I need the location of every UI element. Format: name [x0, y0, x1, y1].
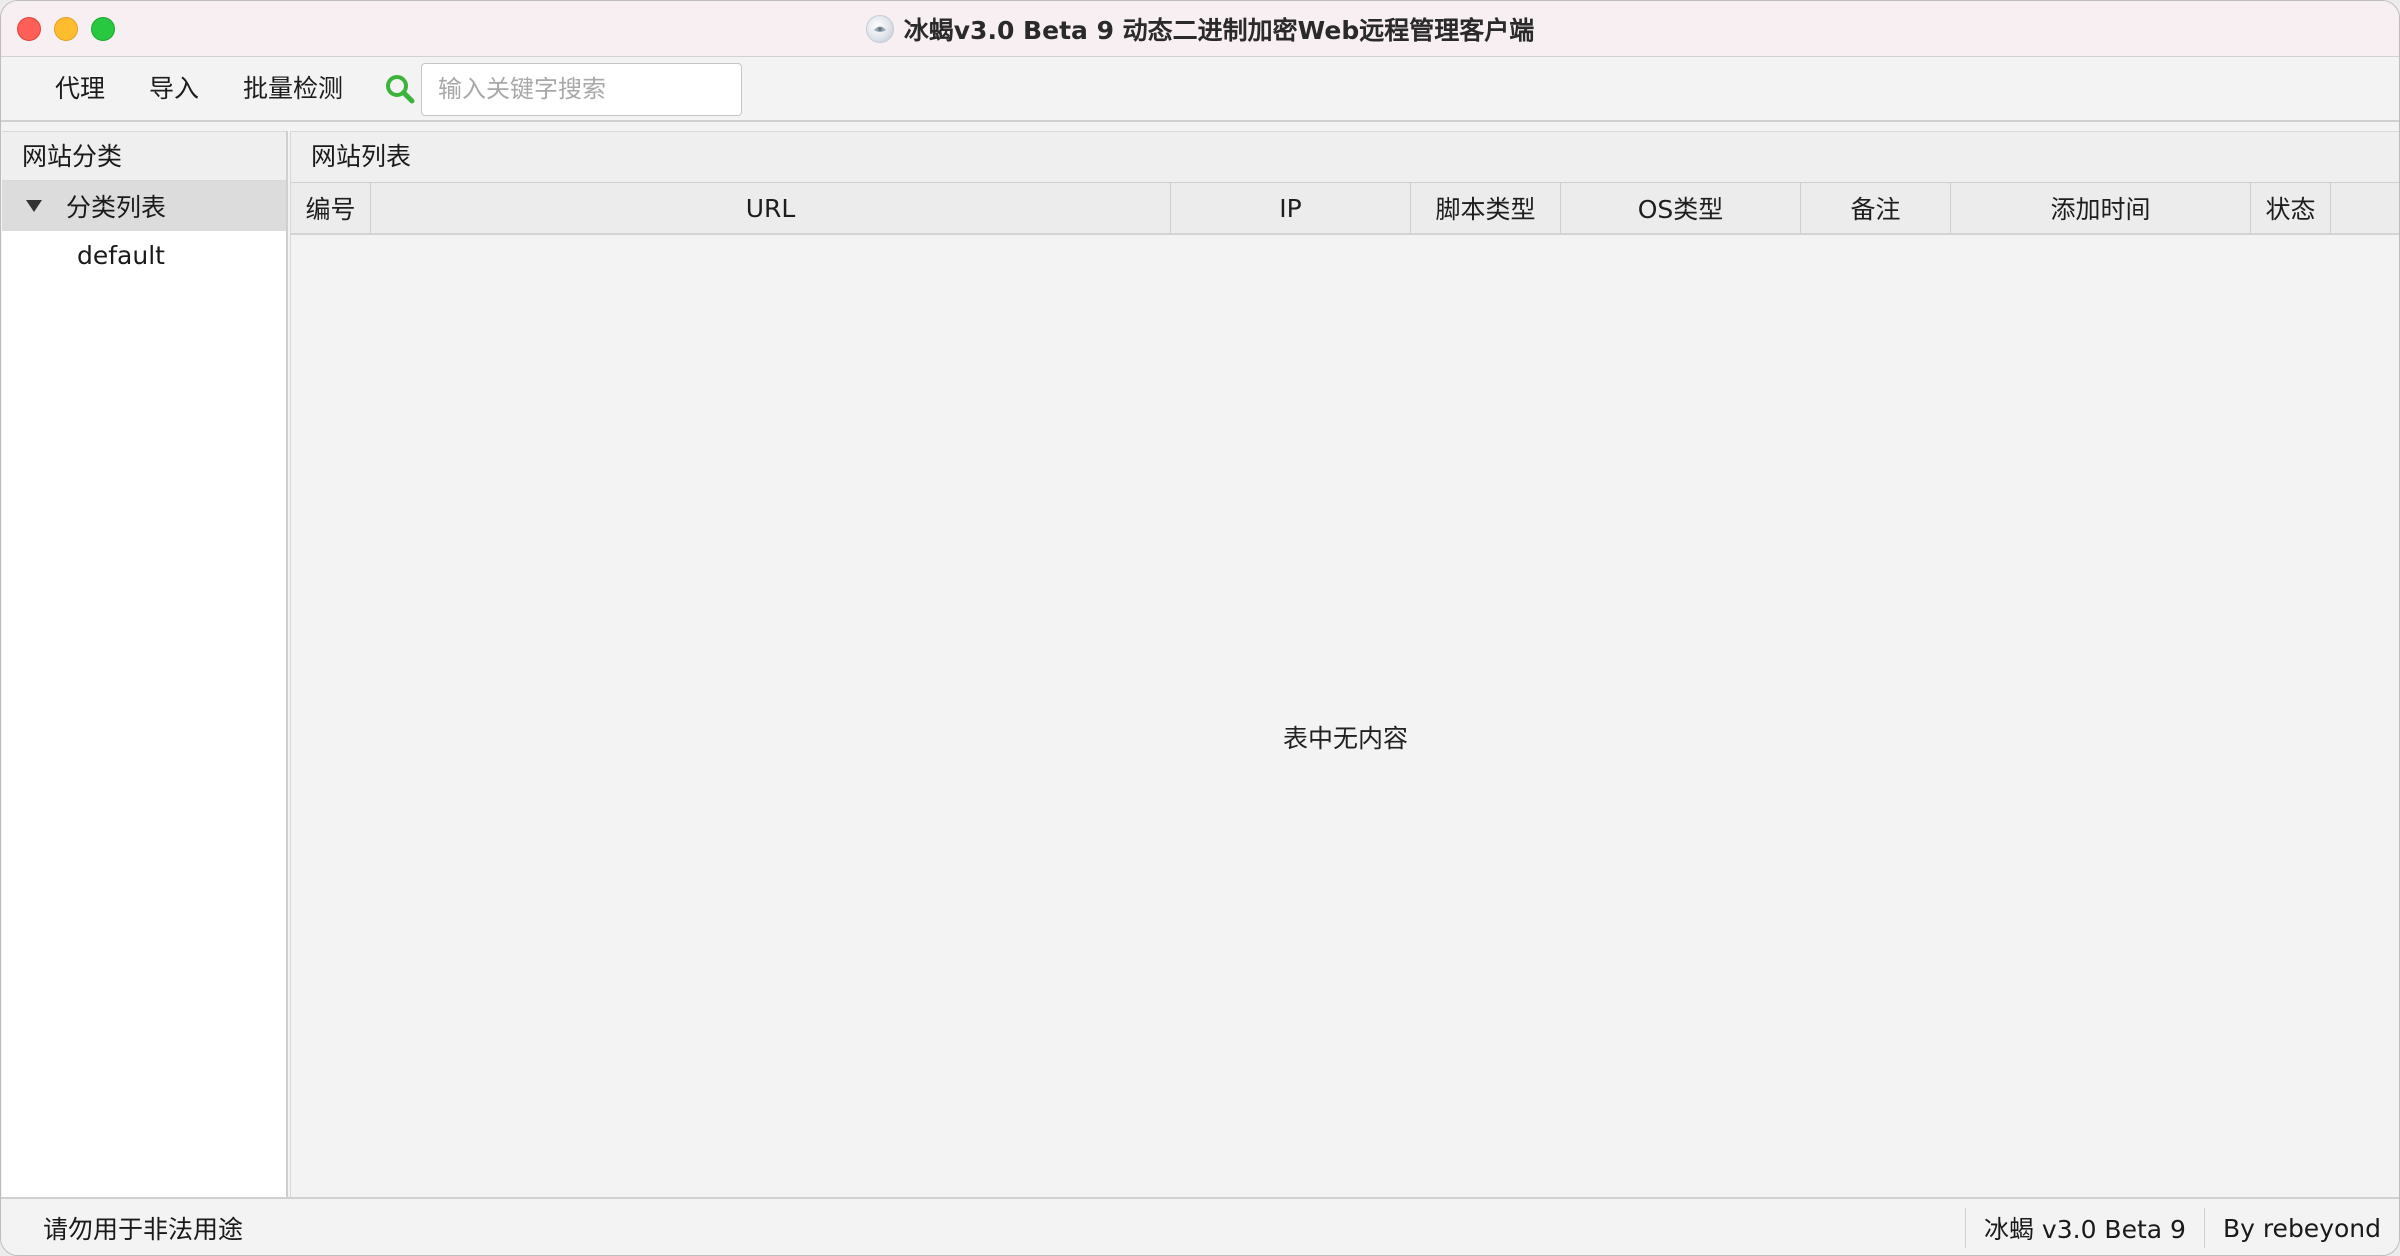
- maximize-window-button[interactable]: [91, 17, 115, 41]
- status-author: By rebeyond: [2203, 1208, 2399, 1248]
- search-icon[interactable]: [383, 72, 417, 106]
- title-wrap: 冰蝎v3.0 Beta 9 动态二进制加密Web远程管理客户端: [865, 11, 1535, 47]
- title-bar: 冰蝎v3.0 Beta 9 动态二进制加密Web远程管理客户端: [1, 1, 2399, 57]
- column-header-status[interactable]: 状态: [2251, 183, 2331, 233]
- column-header-id[interactable]: 编号: [291, 183, 371, 233]
- window-controls: [17, 17, 115, 41]
- column-header-remark[interactable]: 备注: [1801, 183, 1951, 233]
- status-bar: 请勿用于非法用途 冰蝎 v3.0 Beta 9 By rebeyond: [1, 1197, 2399, 1255]
- column-header-filler: [2331, 183, 2399, 233]
- search-input[interactable]: [421, 62, 743, 116]
- menu-import[interactable]: 导入: [127, 57, 221, 121]
- minimize-window-button[interactable]: [54, 17, 78, 41]
- menu-proxy[interactable]: 代理: [1, 57, 127, 121]
- column-header-ip[interactable]: IP: [1171, 183, 1411, 233]
- column-header-os-type[interactable]: OS类型: [1561, 183, 1801, 233]
- column-header-added-time[interactable]: 添加时间: [1951, 183, 2251, 233]
- category-panel-header: 网站分类: [2, 131, 286, 181]
- site-list-header: 网站列表: [291, 131, 2399, 183]
- column-header-script-type[interactable]: 脚本类型: [1411, 183, 1561, 233]
- status-version: 冰蝎 v3.0 Beta 9: [1964, 1208, 2204, 1248]
- tree-node-label: 分类列表: [66, 193, 167, 222]
- category-panel: 网站分类 分类列表 default: [2, 131, 288, 1197]
- status-warning: 请勿用于非法用途: [43, 1215, 244, 1244]
- menu-batch-check[interactable]: 批量检测: [221, 57, 365, 121]
- tree-node-default[interactable]: default: [2, 231, 286, 281]
- column-header-url[interactable]: URL: [371, 183, 1171, 233]
- triangle-down-icon[interactable]: [26, 200, 42, 212]
- table-body[interactable]: 表中无内容: [291, 235, 2399, 1195]
- toolbar: 代理 导入 批量检测: [1, 58, 2399, 122]
- app-window: 冰蝎v3.0 Beta 9 动态二进制加密Web远程管理客户端 代理 导入 批量…: [0, 0, 2400, 1256]
- close-window-button[interactable]: [17, 17, 41, 41]
- table-header: 编号 URL IP 脚本类型 OS类型 备注 添加时间 状态: [291, 183, 2399, 235]
- site-list-panel: 网站列表 编号 URL IP 脚本类型 OS类型 备注 添加时间 状态 表中无内…: [290, 131, 2399, 1197]
- app-icon: [865, 14, 894, 43]
- empty-table-message: 表中无内容: [1282, 724, 1408, 753]
- window-title: 冰蝎v3.0 Beta 9 动态二进制加密Web远程管理客户端: [903, 15, 1535, 45]
- tree-node-category-list[interactable]: 分类列表: [2, 181, 286, 231]
